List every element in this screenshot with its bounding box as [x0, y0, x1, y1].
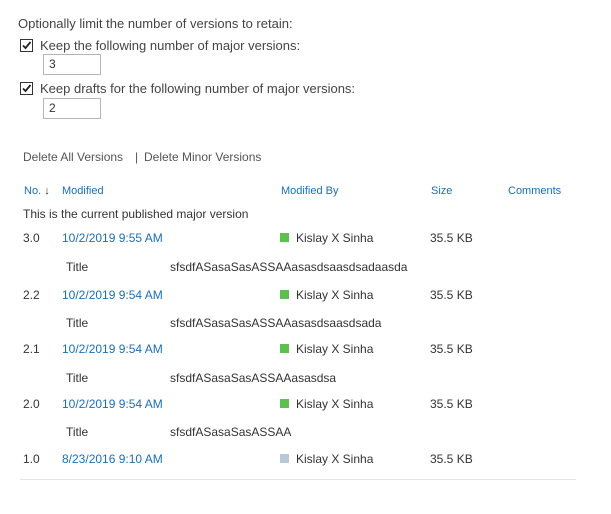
- keep-major-versions-checkbox[interactable]: [20, 39, 33, 52]
- version-modified-link[interactable]: 10/2/2019 9:54 AM: [62, 288, 163, 302]
- delete-all-versions-link[interactable]: Delete All Versions: [23, 150, 123, 164]
- version-size: 35.5 KB: [430, 452, 473, 466]
- version-modified-link[interactable]: 8/23/2016 9:10 AM: [62, 452, 163, 466]
- version-size: 35.5 KB: [430, 231, 473, 245]
- version-modified-link[interactable]: 10/2/2019 9:54 AM: [62, 397, 163, 411]
- version-number: 3.0: [23, 231, 40, 245]
- changed-field-value: sfsdfASasaSasASSAAasasdsaasdsada: [170, 316, 382, 330]
- modified-by-user[interactable]: Kislay X Sinha: [296, 452, 373, 466]
- modified-by-user[interactable]: Kislay X Sinha: [296, 231, 373, 245]
- table-bottom-divider: [20, 479, 576, 480]
- changed-field-value: sfsdfASasaSasASSAAasasdsaasdsadaasda: [170, 260, 408, 274]
- checkmark-icon: [22, 84, 32, 93]
- changed-field-name: Title: [66, 371, 89, 385]
- column-header-no-label: No.: [24, 185, 42, 197]
- version-size: 35.5 KB: [430, 397, 473, 411]
- version-number: 2.1: [23, 342, 40, 356]
- changed-field-name: Title: [66, 316, 89, 330]
- presence-indicator-icon[interactable]: [280, 344, 289, 353]
- version-number: 2.2: [23, 288, 40, 302]
- column-header-comments[interactable]: Comments: [508, 185, 561, 197]
- version-size: 35.5 KB: [430, 342, 473, 356]
- presence-indicator-icon[interactable]: [280, 454, 289, 463]
- changed-field-name: Title: [66, 260, 89, 274]
- actions-separator: |: [135, 150, 139, 164]
- checkmark-icon: [22, 41, 32, 50]
- presence-indicator-icon[interactable]: [280, 233, 289, 242]
- changed-field-value: sfsdfASasaSasASSAA: [170, 425, 292, 439]
- keep-drafts-checkbox[interactable]: [20, 82, 33, 95]
- keep-drafts-label: Keep drafts for the following number of …: [40, 81, 356, 96]
- version-size: 35.5 KB: [430, 288, 473, 302]
- modified-by-user[interactable]: Kislay X Sinha: [296, 288, 373, 302]
- column-header-size[interactable]: Size: [431, 185, 452, 197]
- retention-heading: Optionally limit the number of versions …: [18, 16, 293, 31]
- column-header-modified-by[interactable]: Modified By: [281, 185, 338, 197]
- changed-field-value: sfsdfASasaSasASSAAasasdsa: [170, 371, 337, 385]
- presence-indicator-icon[interactable]: [280, 290, 289, 299]
- current-version-note: This is the current published major vers…: [23, 207, 249, 221]
- major-versions-input[interactable]: 3: [43, 54, 101, 75]
- presence-indicator-icon[interactable]: [280, 399, 289, 408]
- modified-by-user[interactable]: Kislay X Sinha: [296, 342, 373, 356]
- drafts-versions-input[interactable]: 2: [43, 98, 101, 119]
- keep-major-versions-label: Keep the following number of major versi…: [40, 38, 301, 53]
- version-modified-link[interactable]: 10/2/2019 9:55 AM: [62, 231, 163, 245]
- delete-minor-versions-link[interactable]: Delete Minor Versions: [144, 150, 261, 164]
- version-modified-link[interactable]: 10/2/2019 9:54 AM: [62, 342, 163, 356]
- sort-down-arrow-icon: ↓: [44, 185, 50, 197]
- column-header-no[interactable]: No. ↓: [24, 185, 50, 197]
- version-number: 2.0: [23, 397, 40, 411]
- column-header-modified[interactable]: Modified: [62, 185, 104, 197]
- modified-by-user[interactable]: Kislay X Sinha: [296, 397, 373, 411]
- version-number: 1.0: [23, 452, 40, 466]
- changed-field-name: Title: [66, 425, 89, 439]
